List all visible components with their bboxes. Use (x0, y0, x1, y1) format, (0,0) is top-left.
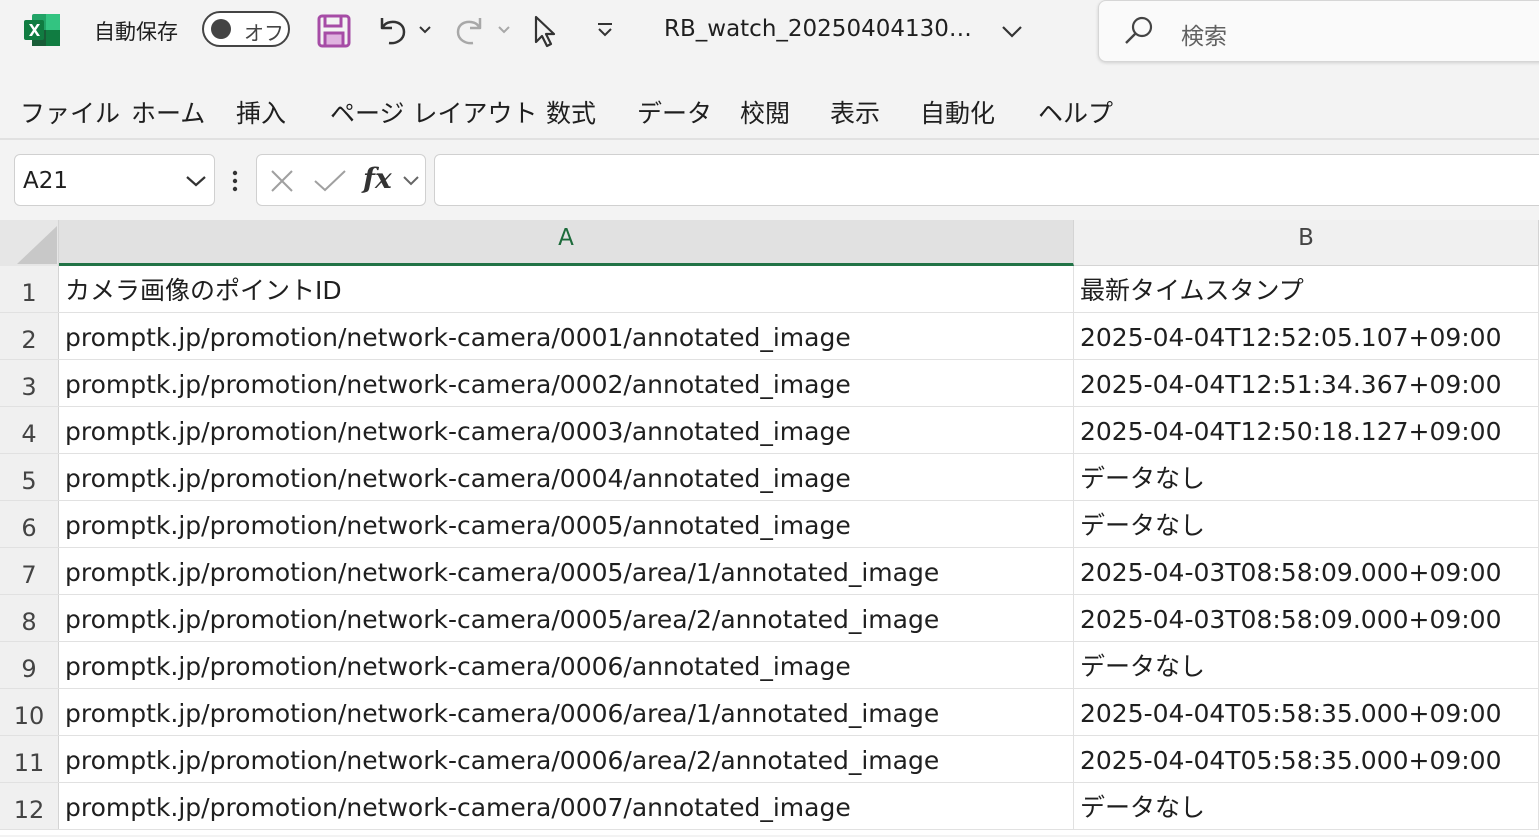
name-box[interactable]: A21 (14, 154, 215, 206)
row-header[interactable]: 6 (0, 501, 59, 547)
title-bar: 自動保存 オフ RB_watch_20250404130… 検索 (0, 0, 1539, 68)
row-header[interactable]: 10 (0, 689, 59, 735)
select-all-corner[interactable] (0, 220, 59, 266)
ribbon-tabs: ファイル ホーム 挿入 ページ レイアウト 数式 データ 校閲 表示 自動化 ヘ… (0, 88, 1539, 132)
cell-a[interactable]: promptk.jp/promotion/network-camera/0007… (59, 783, 1074, 829)
cell-b[interactable]: 2025-04-03T08:58:09.000+09:00 (1074, 548, 1539, 594)
cell-a[interactable]: promptk.jp/promotion/network-camera/0002… (59, 360, 1074, 406)
tab-review[interactable]: 校閲 (740, 94, 790, 130)
document-title-chevron-icon[interactable] (1000, 22, 1024, 40)
table-row: 11 promptk.jp/promotion/network-camera/00… (0, 736, 1539, 783)
cancel-icon[interactable] (269, 168, 295, 194)
cell-a[interactable]: promptk.jp/promotion/network-camera/0003… (59, 407, 1074, 453)
name-box-value: A21 (23, 168, 69, 194)
row-header[interactable]: 12 (0, 783, 59, 829)
table-row: 7 promptk.jp/promotion/network-camera/000… (0, 548, 1539, 595)
cell-b[interactable]: 最新タイムスタンプ (1074, 266, 1539, 312)
cell-a[interactable]: promptk.jp/promotion/network-camera/0005… (59, 501, 1074, 547)
redo-dropdown-chevron-icon[interactable] (497, 24, 511, 36)
select-all-triangle-icon (17, 226, 57, 264)
tab-file[interactable]: ファイル (20, 94, 120, 130)
formula-buttons: fx (256, 154, 426, 206)
table-row: 3 promptk.jp/promotion/network-camera/000… (0, 360, 1539, 407)
undo-dropdown-chevron-icon[interactable] (418, 24, 432, 36)
toggle-knob (211, 19, 231, 39)
fx-chevron-icon[interactable] (402, 175, 420, 187)
cell-a[interactable]: promptk.jp/promotion/network-camera/0001… (59, 313, 1074, 359)
undo-icon[interactable] (374, 12, 410, 48)
cell-b[interactable]: データなし (1074, 783, 1539, 829)
row-header[interactable]: 5 (0, 454, 59, 500)
column-header-b[interactable]: B (1074, 220, 1539, 266)
tab-automate[interactable]: 自動化 (920, 94, 995, 130)
cell-a[interactable]: promptk.jp/promotion/network-camera/0004… (59, 454, 1074, 500)
autosave-label: 自動保存 (94, 20, 178, 44)
tab-insert[interactable]: 挿入 (236, 94, 286, 130)
table-row: 12 promptk.jp/promotion/network-camera/00… (0, 783, 1539, 830)
row-header[interactable]: 4 (0, 407, 59, 453)
cell-b[interactable]: 2025-04-04T12:52:05.107+09:00 (1074, 313, 1539, 359)
excel-logo-icon[interactable] (24, 12, 62, 48)
cell-b[interactable]: 2025-04-04T12:51:34.367+09:00 (1074, 360, 1539, 406)
more-options-icon[interactable] (232, 170, 238, 192)
cell-b[interactable]: 2025-04-04T12:50:18.127+09:00 (1074, 407, 1539, 453)
cell-b[interactable]: 2025-04-03T08:58:09.000+09:00 (1074, 595, 1539, 641)
search-icon (1125, 16, 1153, 44)
tab-data[interactable]: データ (637, 94, 712, 130)
tab-view[interactable]: 表示 (830, 94, 880, 130)
name-box-chevron-icon[interactable] (185, 174, 207, 188)
tab-help[interactable]: ヘルプ (1038, 94, 1113, 130)
row-header[interactable]: 8 (0, 595, 59, 641)
cell-a[interactable]: promptk.jp/promotion/network-camera/0005… (59, 548, 1074, 594)
spreadsheet-grid: A B 1 カメラ画像のポイントID 最新タイムスタンプ 2 promptk.jp/pr… (0, 220, 1539, 835)
formula-input[interactable] (434, 154, 1539, 206)
autosave-toggle[interactable]: オフ (202, 11, 290, 47)
cell-a[interactable]: promptk.jp/promotion/network-camera/0006… (59, 689, 1074, 735)
cell-a[interactable]: promptk.jp/promotion/network-camera/0006… (59, 642, 1074, 688)
cell-b[interactable]: データなし (1074, 501, 1539, 547)
customize-toolbar-icon[interactable] (594, 20, 616, 40)
autosave-state: オフ (244, 21, 284, 45)
touch-mode-icon[interactable] (532, 14, 562, 48)
redo-icon[interactable] (452, 12, 488, 48)
cell-b[interactable]: データなし (1074, 642, 1539, 688)
row-header[interactable]: 3 (0, 360, 59, 406)
ribbon-divider (0, 138, 1539, 140)
rows-container: 1 カメラ画像のポイントID 最新タイムスタンプ 2 promptk.jp/promot… (0, 266, 1539, 830)
cell-b[interactable]: 2025-04-04T05:58:35.000+09:00 (1074, 689, 1539, 735)
row-header[interactable]: 9 (0, 642, 59, 688)
cell-a[interactable]: promptk.jp/promotion/network-camera/0006… (59, 736, 1074, 782)
document-title[interactable]: RB_watch_20250404130… (664, 16, 972, 42)
table-row: 2 promptk.jp/promotion/network-camera/000… (0, 313, 1539, 360)
column-header-a[interactable]: A (59, 220, 1074, 266)
row-header[interactable]: 7 (0, 548, 59, 594)
search-placeholder: 検索 (1181, 24, 1227, 50)
row-header[interactable]: 11 (0, 736, 59, 782)
table-row: 5 promptk.jp/promotion/network-camera/000… (0, 454, 1539, 501)
tab-page-layout[interactable]: ページ レイアウト (330, 94, 537, 130)
table-row: 6 promptk.jp/promotion/network-camera/000… (0, 501, 1539, 548)
table-row: 9 promptk.jp/promotion/network-camera/000… (0, 642, 1539, 689)
cell-a[interactable]: promptk.jp/promotion/network-camera/0005… (59, 595, 1074, 641)
table-row: 8 promptk.jp/promotion/network-camera/000… (0, 595, 1539, 642)
tab-home[interactable]: ホーム (131, 94, 205, 130)
insert-function-icon[interactable]: fx (363, 162, 392, 195)
row-header[interactable]: 1 (0, 266, 59, 312)
cell-a[interactable]: カメラ画像のポイントID (59, 266, 1074, 312)
table-row: 1 カメラ画像のポイントID 最新タイムスタンプ (0, 266, 1539, 313)
cell-b[interactable]: 2025-04-04T05:58:35.000+09:00 (1074, 736, 1539, 782)
table-row: 4 promptk.jp/promotion/network-camera/000… (0, 407, 1539, 454)
table-row: 10 promptk.jp/promotion/network-camera/00… (0, 689, 1539, 736)
search-box[interactable]: 検索 (1098, 0, 1539, 62)
row-header[interactable]: 2 (0, 313, 59, 359)
enter-icon[interactable] (313, 169, 347, 193)
cell-b[interactable]: データなし (1074, 454, 1539, 500)
save-icon[interactable] (316, 13, 352, 49)
tab-formulas[interactable]: 数式 (546, 94, 596, 130)
